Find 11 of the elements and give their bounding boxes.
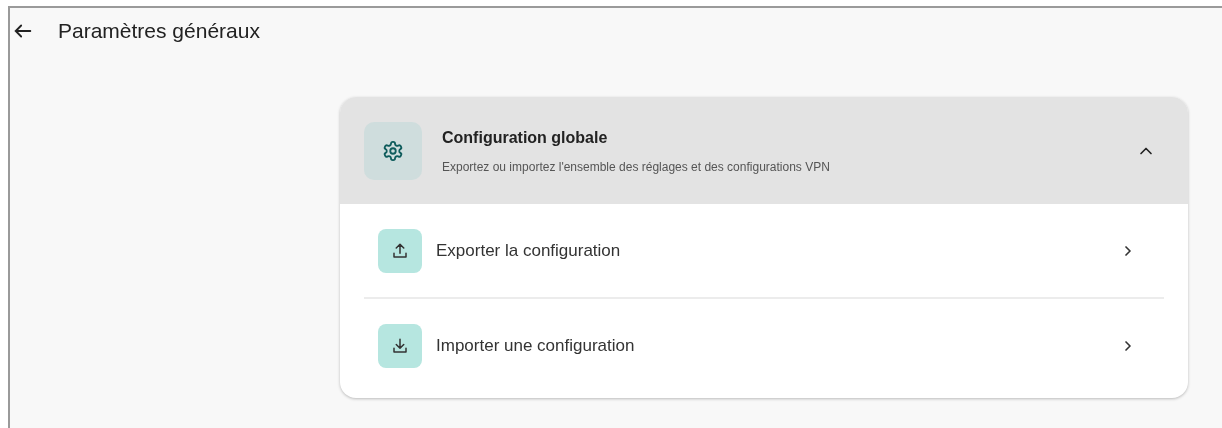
section-header[interactable]: Configuration globale Exportez ou importez l'ensemble des réglages et des configurations VPN [340,97,1188,204]
section-subtitle: Exportez ou importez l'ensemble des réglages et des configurations VPN [442,158,831,176]
download-icon [391,336,409,355]
page-title: Paramètres généraux [58,18,260,45]
item-label: Importer une configuration [436,334,636,357]
upload-icon [391,241,409,260]
menu-item[interactable]: Exporter la configuration [364,204,1164,297]
menu-item[interactable]: Importer une configuration [364,299,1164,392]
settings-icon [382,139,404,162]
item-label: Exporter la configuration [436,239,622,262]
section-title: Configuration globale [442,127,609,148]
